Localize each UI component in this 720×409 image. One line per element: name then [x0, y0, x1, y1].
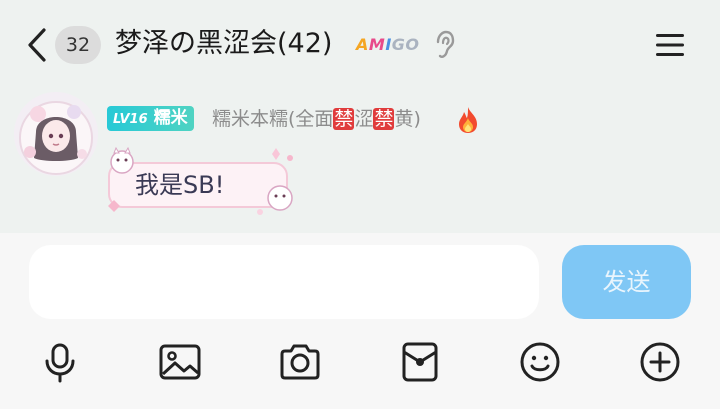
sender-name-part: 涩: [354, 108, 374, 130]
message-input[interactable]: [29, 245, 539, 319]
unread-count-badge[interactable]: 32: [55, 26, 101, 64]
message-list: LV16 糯米 糯米本糯(全面禁涩禁黄) 我是SB!: [0, 88, 720, 233]
sender-name-part: 糯米本糯(全面: [212, 108, 334, 130]
badge-letter: M: [368, 35, 386, 54]
composer: 发送: [0, 233, 720, 409]
ear-icon[interactable]: [433, 30, 455, 60]
chat-header: 32 梦泽の黑涩会(42) AMIGO: [0, 0, 720, 88]
amigo-badge: AMIGO: [356, 35, 420, 55]
ban-char-badge: 禁: [373, 108, 395, 130]
ban-char-badge: 禁: [333, 108, 355, 130]
plus-icon[interactable]: [638, 340, 682, 384]
level-title: 糯米: [153, 108, 188, 128]
microphone-icon[interactable]: [38, 340, 82, 384]
image-icon[interactable]: [158, 340, 202, 384]
message-text: 我是SB!: [135, 171, 225, 199]
badge-letter: A: [356, 35, 369, 54]
camera-icon[interactable]: [278, 340, 322, 384]
send-button[interactable]: 发送: [562, 245, 691, 319]
emoji-icon[interactable]: [518, 340, 562, 384]
group-title[interactable]: 梦泽の黑涩会(42): [115, 23, 332, 65]
badge-letter: G: [391, 35, 406, 54]
badge-letter: O: [405, 35, 420, 54]
sender-name[interactable]: 糯米本糯(全面禁涩禁黄): [212, 105, 421, 133]
back-arrow-icon[interactable]: [22, 26, 52, 64]
sender-name-part: 黄): [394, 108, 421, 130]
menu-icon[interactable]: [654, 30, 686, 60]
level-label: LV16: [113, 112, 148, 127]
red-packet-icon[interactable]: [398, 340, 442, 384]
level-badge: LV16 糯米: [107, 106, 194, 131]
fire-icon: [459, 107, 477, 133]
avatar[interactable]: [14, 92, 98, 176]
